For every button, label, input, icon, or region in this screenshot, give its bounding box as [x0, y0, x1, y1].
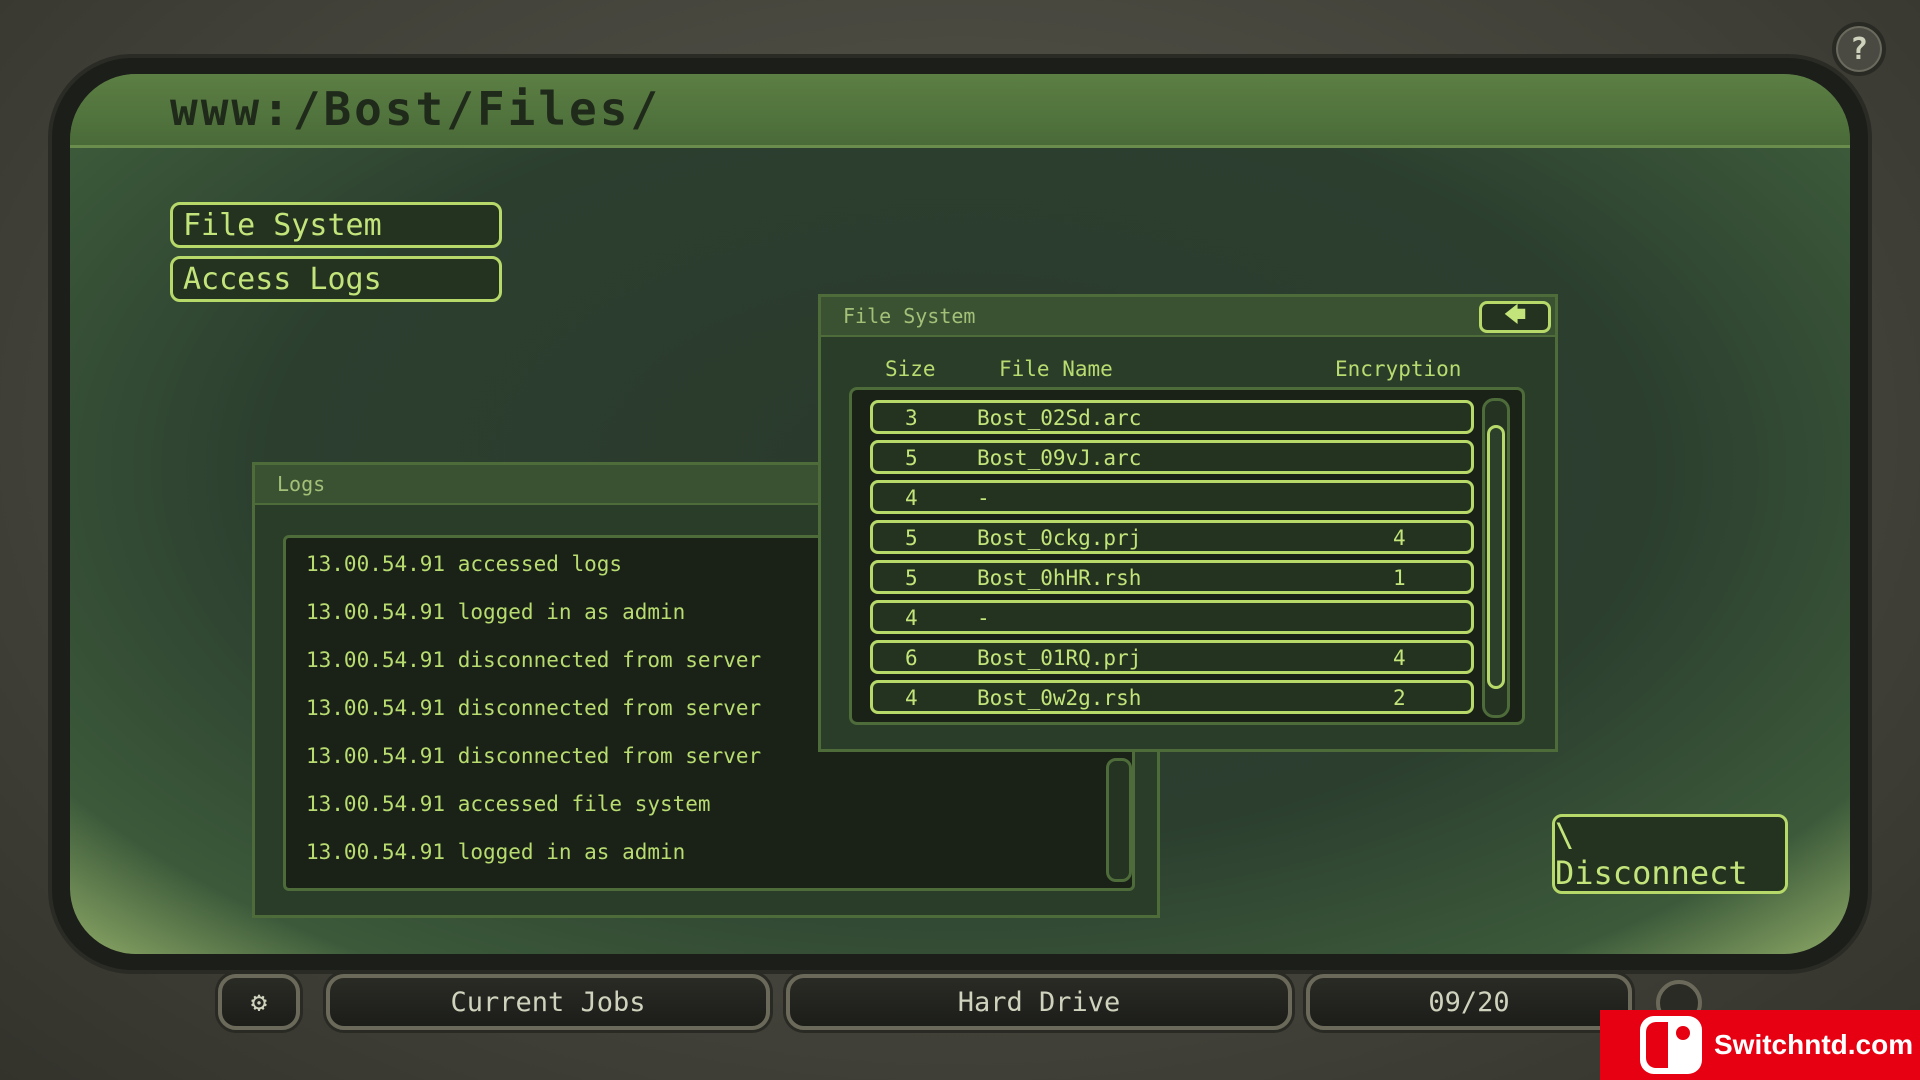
file-encryption: 4 [1393, 646, 1406, 670]
file-size: 4 [905, 686, 918, 710]
file-size: 5 [905, 446, 918, 470]
back-button[interactable]: 🡄 [1479, 301, 1551, 333]
switch-logo-icon [1640, 1016, 1702, 1074]
watermark: Switchntd.com [1600, 1010, 1920, 1080]
settings-button[interactable]: ⚙ [218, 974, 300, 1030]
current-jobs-button[interactable]: Current Jobs [326, 974, 770, 1030]
address-bar: www:/Bost/Files/ [70, 74, 1850, 148]
log-entry: 13.00.54.91 disconnected from server [306, 696, 762, 720]
log-entry: 13.00.54.91 logged in as admin [306, 840, 686, 864]
hard-drive-button[interactable]: Hard Drive [786, 974, 1292, 1030]
column-header-file-name: File Name [999, 357, 1113, 381]
file-size: 5 [905, 566, 918, 590]
log-entry: 13.00.54.91 disconnected from server [306, 744, 762, 768]
file-encryption: 1 [1393, 566, 1406, 590]
fs-panel-header: File System [821, 297, 1555, 337]
file-name: Bost_0w2g.rsh [977, 686, 1142, 710]
help-button[interactable]: ? [1832, 22, 1886, 76]
file-row[interactable]: 4 - [870, 600, 1474, 634]
log-entry: 13.00.54.91 logged in as admin [306, 600, 686, 624]
log-entry: 13.00.54.91 disconnected from server [306, 648, 762, 672]
file-system-panel: File System 🡄 Size File Name Encryption … [818, 294, 1558, 752]
logs-panel-title: Logs [277, 472, 326, 496]
file-row[interactable]: 6 Bost_01RQ.prj 4 [870, 640, 1474, 674]
help-label: ? [1849, 31, 1869, 67]
file-size: 4 [905, 606, 918, 630]
file-name: Bost_09vJ.arc [977, 446, 1142, 470]
logs-scrollbar[interactable] [1106, 758, 1132, 882]
file-list-scrollbar[interactable] [1482, 398, 1510, 718]
disconnect-button[interactable]: \ Disconnect [1552, 814, 1788, 894]
watermark-text: Switchntd.com [1714, 1029, 1914, 1060]
file-name: Bost_0ckg.prj [977, 526, 1142, 550]
file-name: Bost_02Sd.arc [977, 406, 1142, 430]
file-row[interactable]: 5 Bost_0hHR.rsh 1 [870, 560, 1474, 594]
fs-panel-title: File System [843, 304, 976, 328]
file-row[interactable]: 5 Bost_09vJ.arc [870, 440, 1474, 474]
arrow-left-icon: 🡄 [1503, 303, 1527, 328]
log-entry: 13.00.54.91 accessed file system [306, 792, 711, 816]
address-text: www:/Bost/Files/ [170, 82, 662, 136]
column-header-size: Size [885, 357, 936, 381]
access-logs-button[interactable]: Access Logs [170, 256, 502, 302]
file-name: - [977, 606, 990, 630]
file-row[interactable]: 3 Bost_02Sd.arc [870, 400, 1474, 434]
file-row[interactable]: 4 Bost_0w2g.rsh 2 [870, 680, 1474, 714]
file-size: 3 [905, 406, 918, 430]
file-encryption: 2 [1393, 686, 1406, 710]
column-header-encryption: Encryption [1335, 357, 1462, 381]
log-entry: 13.00.54.91 accessed logs [306, 552, 623, 576]
file-size: 6 [905, 646, 918, 670]
file-name: Bost_0hHR.rsh [977, 566, 1142, 590]
file-size: 5 [905, 526, 918, 550]
file-name: - [977, 486, 990, 510]
terminal-screen: www:/Bost/Files/ File System Access Logs… [70, 74, 1850, 954]
file-size: 4 [905, 486, 918, 510]
file-list: 3 Bost_02Sd.arc 5 Bost_09vJ.arc 4 - 5 Bo… [849, 387, 1525, 725]
counter-display: 09/20 [1306, 974, 1632, 1030]
file-encryption: 4 [1393, 526, 1406, 550]
file-system-button[interactable]: File System [170, 202, 502, 248]
file-row[interactable]: 4 - [870, 480, 1474, 514]
gear-icon: ⚙ [250, 986, 268, 1018]
scrollbar-thumb[interactable] [1487, 425, 1505, 689]
file-row[interactable]: 5 Bost_0ckg.prj 4 [870, 520, 1474, 554]
file-name: Bost_01RQ.prj [977, 646, 1142, 670]
